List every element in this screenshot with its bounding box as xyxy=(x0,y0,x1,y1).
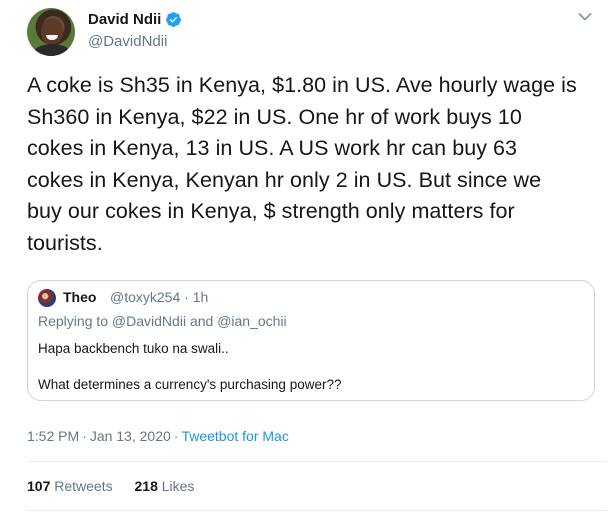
divider xyxy=(27,461,607,462)
meta-separator: · xyxy=(82,428,87,444)
likes-count: 218 xyxy=(134,478,158,494)
quoted-text: Hapa backbench tuko na swali.. What dete… xyxy=(38,340,578,394)
quoted-tweet[interactable]: Theo @toxyk254 · 1h Replying to @DavidNd… xyxy=(27,280,595,401)
tweet-card: David Ndii @DavidNdii A coke is Sh35 in … xyxy=(0,0,615,515)
retweets-stat[interactable]: 107 Retweets xyxy=(27,478,113,494)
quoted-separator: · xyxy=(184,289,189,305)
divider xyxy=(27,510,607,511)
likes-stat[interactable]: 218 Likes xyxy=(135,478,195,494)
quoted-author-handle: @toxyk254 xyxy=(110,289,181,305)
chevron-down-icon[interactable] xyxy=(578,12,592,22)
tweet-text: A coke is Sh35 in Kenya, $1.80 in US. Av… xyxy=(27,73,577,255)
quoted-avatar[interactable] xyxy=(38,289,56,307)
quoted-text-line: What determines a currency's purchasing … xyxy=(38,377,342,392)
likes-label: Likes xyxy=(161,478,195,494)
tweet-date[interactable]: Jan 13, 2020 xyxy=(90,428,171,444)
quoted-author-name: Theo xyxy=(63,289,97,305)
tweet-time[interactable]: 1:52 PM xyxy=(27,428,79,444)
quoted-author-meta: @toxyk254 · 1h xyxy=(110,289,208,305)
tweet-source-link[interactable]: Tweetbot for Mac xyxy=(181,428,288,444)
author-handle[interactable]: @DavidNdii xyxy=(88,33,167,50)
quoted-age: 1h xyxy=(192,289,209,305)
author-avatar[interactable] xyxy=(27,8,75,56)
meta-separator: · xyxy=(173,428,179,444)
tweet-stats: 107 Retweets 218 Likes xyxy=(27,478,194,494)
retweets-count: 107 xyxy=(27,478,51,494)
verified-badge-icon xyxy=(166,12,181,27)
tweet-meta: 1:52 PM · Jan 13, 2020 · Tweetbot for Mac xyxy=(27,428,289,444)
quoted-replying-to: Replying to @DavidNdii and @ian_ochii xyxy=(38,313,287,329)
retweets-label: Retweets xyxy=(54,478,113,494)
author-name[interactable]: David Ndii xyxy=(88,11,161,28)
quoted-text-line: Hapa backbench tuko na swali.. xyxy=(38,341,229,356)
